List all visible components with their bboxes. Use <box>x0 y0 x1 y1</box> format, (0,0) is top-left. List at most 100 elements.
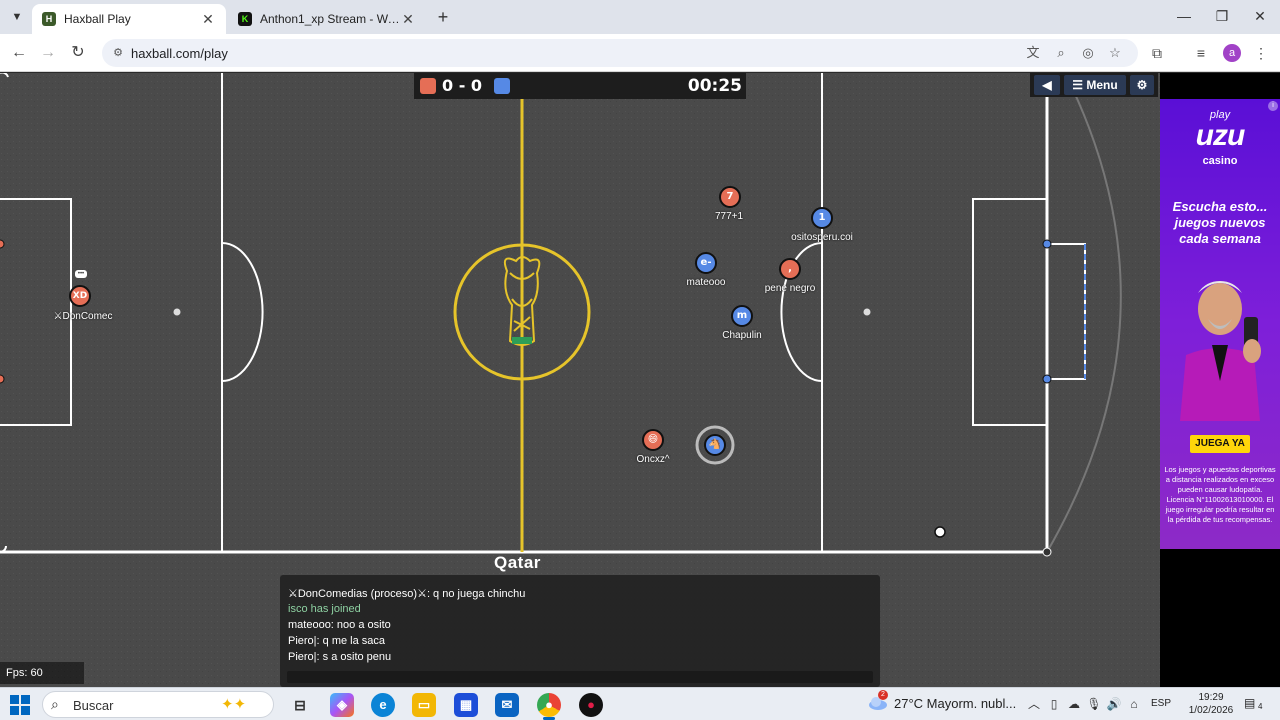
player-name: pene negro <box>764 283 816 294</box>
player-current-user: 🐴 <box>704 434 726 456</box>
menu-button[interactable]: ☰ Menu <box>1064 75 1126 95</box>
kick-icon: K <box>238 12 252 26</box>
more-menu-icon[interactable]: ⋮ <box>1251 43 1271 63</box>
network-icon[interactable]: ⌂ <box>1126 696 1142 712</box>
bookmark-star-icon[interactable]: ☆ <box>1106 44 1124 62</box>
red-team-indicator <box>420 78 436 94</box>
close-tab-icon[interactable]: ✕ <box>400 11 416 28</box>
back-to-room-icon[interactable]: ◀ <box>1034 75 1060 95</box>
outlook-icon[interactable]: ✉ <box>495 693 519 717</box>
ad-disclaimer: Los juegos y apuestas deportivas a dista… <box>1164 465 1276 524</box>
game-menu-bar: ◀ ☰ Menu ⚙ <box>1030 73 1158 97</box>
translate-icon[interactable]: 文 <box>1024 44 1042 62</box>
clock-time: 19:29 <box>1198 692 1224 703</box>
cloud-icon[interactable]: ☁ <box>1066 696 1082 712</box>
stadium-name: Qatar <box>494 553 541 572</box>
extensions-icon[interactable]: ⧉ <box>1147 43 1167 63</box>
ad-headline: Escucha esto... juegos nuevos cada seman… <box>1172 199 1268 246</box>
forward-button[interactable]: → <box>37 42 59 64</box>
ad-person-image <box>1180 281 1261 421</box>
tab-title: Anthon1_xp Stream - Watch Liv <box>260 12 400 26</box>
casino-ad-banner[interactable]: i play uzu casino Escucha esto... juegos… <box>1160 99 1280 549</box>
search-highlight-icon: ✦✦ <box>221 696 247 713</box>
player-name: Chapulin <box>722 330 762 341</box>
chat-bubble-icon: ••• <box>75 270 87 278</box>
settings-gear-icon[interactable]: ⚙ <box>1130 75 1154 95</box>
reload-button[interactable]: ↻ <box>67 42 89 64</box>
microphone-icon[interactable]: 🎙 <box>1086 696 1102 712</box>
profile-avatar[interactable]: a <box>1223 44 1241 62</box>
zoom-icon[interactable]: ⌕ <box>1052 44 1070 62</box>
chat-panel: ⚔DonComedias (proceso)⚔: q no juega chin… <box>280 575 880 687</box>
media-controls-icon[interactable]: ≡ <box>1191 43 1211 63</box>
windows-taskbar: ⌕ Buscar ✦✦ ⊟ ◈ e ▭ ▦ ✉ ● ● 2 27°C Mayor… <box>0 687 1280 720</box>
player-ositosperu: 1 <box>811 207 833 229</box>
system-clock[interactable]: 19:29 1/02/2026 <box>1186 691 1236 717</box>
notifications-icon[interactable]: ▤ 4 <box>1244 696 1268 714</box>
blue-team-indicator <box>494 78 510 94</box>
chrome-icon[interactable]: ● <box>537 693 561 717</box>
browser-tab-bar: ▼ H Haxball Play ✕ K Anthon1_xp Stream -… <box>0 0 1280 34</box>
restore-button[interactable]: ❐ <box>1204 4 1240 28</box>
player-name: ositosperu.coi <box>791 232 853 243</box>
show-hidden-icons-icon[interactable]: ︿ <box>1026 696 1042 712</box>
menu-label: Menu <box>1086 78 1118 92</box>
tab-kick-stream[interactable]: K Anthon1_xp Stream - Watch Liv ✕ <box>228 4 426 34</box>
windows-start-icon[interactable] <box>10 695 30 715</box>
address-bar[interactable]: ⚙ haxball.com/play 文 ⌕ ◎ ☆ <box>102 39 1138 67</box>
store-icon[interactable]: ▦ <box>454 693 478 717</box>
copilot-icon[interactable]: ◈ <box>330 693 354 717</box>
weather-text[interactable]: 27°C Mayorm. nubl... <box>894 696 1016 711</box>
clock-date: 1/02/2026 <box>1188 705 1234 716</box>
match-timer: 00:25 <box>687 76 742 96</box>
player-777plus1: 7 <box>719 186 741 208</box>
chat-message: mateooo: noo a osito <box>288 619 391 631</box>
tab-title: Haxball Play <box>64 12 131 26</box>
volume-icon[interactable]: 🔊 <box>1106 696 1122 712</box>
tab-haxball[interactable]: H Haxball Play ✕ <box>32 4 226 34</box>
tab-search-dropdown-icon[interactable]: ▼ <box>6 7 28 27</box>
chat-system-message: isco has joined <box>288 603 361 615</box>
player-mateooo: e- <box>695 252 717 274</box>
search-placeholder: Buscar <box>73 698 114 713</box>
haxball-game-canvas[interactable]: 0 - 0 00:25 ◀ ☰ Menu ⚙ 7 777+1 1 ositosp… <box>0 73 1160 687</box>
player-name: ⚔DonComec <box>53 311 113 322</box>
close-tab-icon[interactable]: ✕ <box>200 11 216 28</box>
file-explorer-icon[interactable]: ▭ <box>412 693 436 717</box>
minimize-button[interactable]: — <box>1166 4 1202 28</box>
site-info-icon[interactable]: ⚙ <box>110 45 126 61</box>
search-icon: ⌕ <box>51 696 59 712</box>
player-name: Oncxz^ <box>636 454 670 465</box>
device-icon[interactable]: ▯ <box>1046 696 1062 712</box>
haxball-icon: H <box>42 12 56 26</box>
score-text: 0 - 0 <box>442 76 483 95</box>
chat-message: Piero|: q me la saca <box>288 635 386 647</box>
task-view-icon[interactable]: ⊟ <box>288 693 312 717</box>
ad-brand-logo: uzu <box>1195 119 1246 152</box>
url-text: haxball.com/play <box>131 46 228 61</box>
player-name: 777+1 <box>714 211 744 222</box>
edge-icon[interactable]: e <box>371 693 395 717</box>
scoreboard: 0 - 0 00:25 <box>414 73 746 99</box>
player-chapulin: m <box>731 305 753 327</box>
browser-toolbar: ← → ↻ ⚙ haxball.com/play 文 ⌕ ◎ ☆ ⧉ ≡ a ⋮ <box>0 34 1280 72</box>
player-pene-negro: , <box>779 258 801 280</box>
close-window-button[interactable]: ✕ <box>1242 4 1278 28</box>
player-oncxz: 😄 <box>642 429 664 451</box>
player-doncomedias: XD <box>69 285 91 307</box>
chat-message: ⚔DonComedias (proceso)⚔: q no juega chin… <box>288 588 526 600</box>
player-name: mateooo <box>686 277 726 288</box>
recording-app-icon[interactable]: ● <box>579 693 603 717</box>
chat-message: Piero|: s a osito penu <box>288 651 392 663</box>
taskbar-search[interactable]: ⌕ Buscar ✦✦ <box>42 691 274 718</box>
ad-brand-sub: casino <box>1202 155 1238 167</box>
fps-counter: Fps: 60 <box>0 662 84 684</box>
ad-cta-button[interactable]: JUEGA YA <box>1190 435 1250 453</box>
input-language[interactable]: ESP <box>1151 698 1171 709</box>
weather-badge: 2 <box>878 690 888 700</box>
chat-input[interactable] <box>287 671 873 683</box>
notification-count: 4 <box>1258 702 1263 711</box>
tracking-protection-icon[interactable]: ◎ <box>1079 44 1097 62</box>
back-button[interactable]: ← <box>8 42 30 64</box>
new-tab-button[interactable]: + <box>432 6 454 28</box>
